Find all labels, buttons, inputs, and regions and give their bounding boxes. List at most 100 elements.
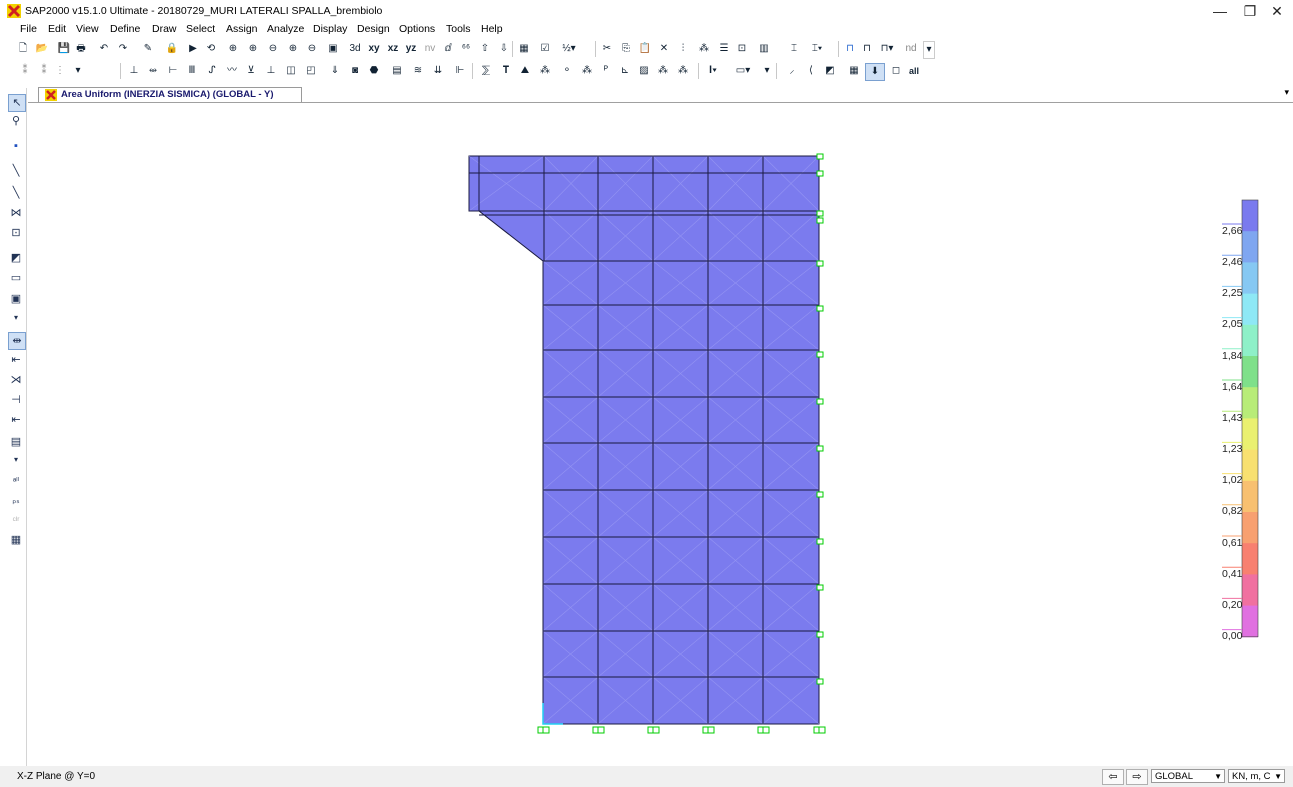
select-grid-icon[interactable]: ▦: [8, 532, 24, 548]
zoom-previous-icon[interactable]: ⊕: [286, 41, 300, 57]
menu-draw[interactable]: Draw: [152, 23, 177, 35]
save-icon[interactable]: 💾: [57, 41, 71, 57]
select-all-button[interactable]: all: [906, 63, 922, 79]
design-steel-icon[interactable]: ⅀: [478, 63, 494, 79]
window-list-dropdown-icon[interactable]: ▾: [1284, 87, 1289, 98]
design-verify-icon[interactable]: ⊾: [617, 63, 633, 79]
snap-intersection-icon[interactable]: ⋊: [8, 372, 24, 388]
close-button[interactable]: ✕: [1262, 2, 1292, 20]
nd-button[interactable]: nd: [903, 41, 919, 57]
pencil-icon[interactable]: ⸝: [785, 63, 799, 79]
design-concrete-icon[interactable]: 𝐓: [498, 63, 514, 79]
show-virtual-work-icon[interactable]: ≋: [410, 63, 426, 79]
draw-link-icon[interactable]: ᔑ: [204, 63, 220, 79]
toolbar-more-icon[interactable]: ▾: [923, 41, 935, 59]
menu-analyze[interactable]: Analyze: [267, 23, 304, 35]
snap-points-icon[interactable]: ⇹: [8, 332, 26, 350]
draw-area-icon[interactable]: ◫: [283, 63, 299, 79]
copy-icon[interactable]: ⎘: [619, 41, 633, 57]
draw-brace-icon[interactable]: ⋈: [8, 205, 24, 221]
design-cold-formed-icon[interactable]: ⁂: [537, 63, 553, 79]
menu-select[interactable]: Select: [186, 23, 215, 35]
view-xz-button[interactable]: xz: [385, 41, 401, 57]
show-deformed-icon[interactable]: ⇓: [327, 63, 343, 79]
refresh-icon[interactable]: ✎: [141, 41, 155, 57]
menu-design[interactable]: Design: [357, 23, 390, 35]
view-xy-button[interactable]: xy: [366, 41, 382, 57]
glasses-icon[interactable]: ⁶⁶: [459, 41, 473, 57]
tab-area-uniform[interactable]: Area Uniform (INERZIA SISMICA) (GLOBAL -…: [38, 87, 302, 102]
show-tables-icon[interactable]: ▤: [389, 63, 405, 79]
menu-define[interactable]: Define: [110, 23, 140, 35]
menu-assign[interactable]: Assign: [226, 23, 258, 35]
text-size-icon[interactable]: ⁑: [18, 63, 32, 79]
zoom-window-icon[interactable]: ⊕: [226, 41, 240, 57]
new-model-icon[interactable]: 🗋: [16, 41, 30, 57]
draw-solid-icon[interactable]: ◰: [303, 63, 319, 79]
show-plot-icon[interactable]: ⇊: [430, 63, 446, 79]
design-groups-icon[interactable]: ⁂: [655, 63, 671, 79]
merge-icon[interactable]: ⊡: [735, 41, 749, 57]
menu-tools[interactable]: Tools: [446, 23, 471, 35]
menu-display[interactable]: Display: [313, 23, 347, 35]
draw-poly-area-icon[interactable]: ◩: [8, 250, 24, 266]
draw-beam-icon[interactable]: Ⅲ: [184, 63, 200, 79]
dropdown-icon[interactable]: ▾: [73, 63, 83, 79]
draw-frame-line-icon[interactable]: ╲: [8, 163, 24, 179]
minimize-button[interactable]: —: [1205, 2, 1235, 20]
3d-label-icon[interactable]: 3d: [348, 41, 362, 57]
run-icon[interactable]: ▶: [186, 41, 200, 57]
quick-draw-frame-icon[interactable]: ╲: [8, 185, 24, 201]
show-pushover-icon[interactable]: ⊩: [452, 63, 468, 79]
draw-section-cut-icon[interactable]: ⊡: [8, 225, 24, 241]
snap-ends-icon[interactable]: ⇤: [8, 352, 24, 368]
display-options-icon[interactable]: ☑: [537, 41, 553, 57]
draw-cable-icon[interactable]: ⥈: [145, 63, 161, 79]
dots-icon[interactable]: ⋮: [55, 63, 65, 79]
menu-help[interactable]: Help: [481, 23, 503, 35]
clear-selection-left-icon[interactable]: ᶜˡʳ: [8, 512, 24, 528]
menu-options[interactable]: Options: [399, 23, 435, 35]
previous-selection-icon[interactable]: ₚₛ: [8, 492, 24, 508]
pointer-icon[interactable]: ↖: [8, 94, 26, 112]
reshape-icon[interactable]: ⚲: [8, 113, 24, 129]
two-frame-icon[interactable]: ⊓: [860, 41, 874, 57]
angle-icon[interactable]: ⟨: [804, 63, 818, 79]
coord-system-select[interactable]: GLOBAL ▼: [1151, 769, 1225, 783]
draw-frame-icon[interactable]: ⊥: [126, 63, 142, 79]
select-all-icon[interactable]: ₐₗₗ: [8, 470, 24, 486]
draw-spring-icon[interactable]: 〰: [224, 63, 240, 79]
previous-plane-button[interactable]: ⇦: [1102, 769, 1124, 785]
portal-frame-icon[interactable]: ⊓: [843, 41, 857, 57]
section-icon[interactable]: ▥: [757, 41, 771, 57]
undo-icon[interactable]: ↶: [97, 41, 111, 57]
menu-file[interactable]: File: [20, 23, 37, 35]
draw-joint-icon[interactable]: ▪: [8, 138, 24, 154]
restore-button[interactable]: ❐: [1235, 2, 1265, 20]
model-drawing[interactable]: [28, 103, 1293, 766]
snap-perpendicular-icon[interactable]: ⊣: [8, 392, 24, 408]
clear-selection-icon[interactable]: ◩: [823, 63, 837, 79]
align-icon[interactable]: ☰: [717, 41, 731, 57]
view-yz-button[interactable]: yz: [403, 41, 419, 57]
pan-icon[interactable]: ⊖: [305, 41, 319, 57]
fraction-icon[interactable]: ½▾: [559, 41, 579, 57]
snap-lines-icon[interactable]: ⇤: [8, 412, 24, 428]
quick-draw-area-icon[interactable]: ▣: [8, 291, 24, 307]
select-pointer-icon[interactable]: ⬇: [865, 63, 885, 81]
draw-restraint-icon[interactable]: ⊥: [263, 63, 279, 79]
section-type-icon[interactable]: 𝐈▾: [703, 63, 723, 79]
delete-icon[interactable]: ✕: [657, 41, 671, 57]
perspective-icon[interactable]: ⅆ: [441, 41, 455, 57]
open-icon[interactable]: 📂: [35, 41, 49, 57]
zoom-in-icon[interactable]: ⊕: [246, 41, 260, 57]
design-lock-icon[interactable]: ▨: [636, 63, 652, 79]
print-icon[interactable]: 🖶: [74, 41, 88, 57]
rubber-band-zoom-icon[interactable]: ⟲: [204, 41, 218, 57]
arrow-down-icon[interactable]: ⇩: [497, 41, 511, 57]
toolbar2-more-icon[interactable]: ▾: [762, 63, 772, 79]
deselect-icon[interactable]: ◻: [889, 63, 903, 79]
design-redesign-icon[interactable]: ⁂: [675, 63, 691, 79]
grid-settings-icon[interactable]: ▦: [516, 41, 532, 57]
frame-release-icon[interactable]: ⌶: [786, 41, 802, 57]
